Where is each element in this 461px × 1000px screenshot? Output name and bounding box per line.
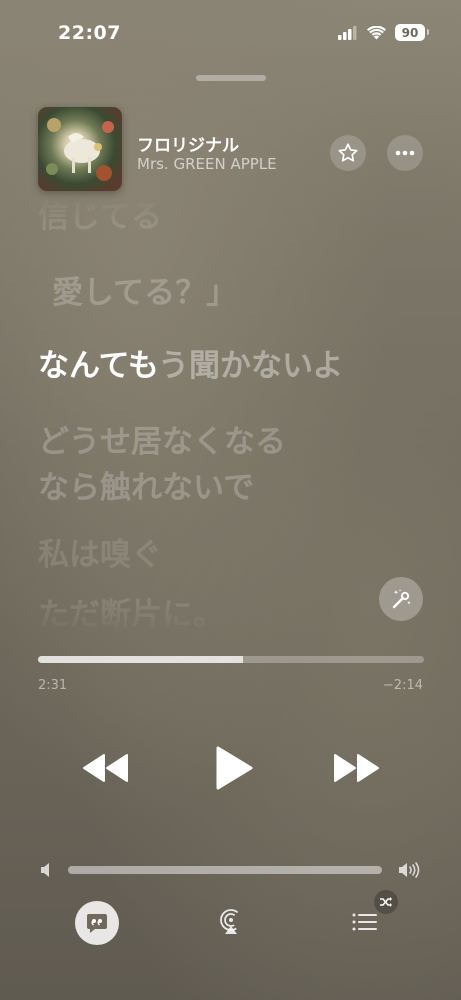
sheet-grabber[interactable] — [196, 75, 266, 81]
artwork-image — [46, 118, 114, 181]
lyric-line[interactable]: どうせ居なくなる — [38, 419, 286, 465]
track-title[interactable]: フロリジナル — [137, 131, 239, 156]
lyric-line[interactable]: なら触れないで — [38, 465, 254, 511]
play-icon — [216, 746, 253, 790]
airplay-icon — [220, 909, 242, 934]
play-button[interactable] — [214, 745, 254, 791]
shuffle-badge[interactable] — [374, 890, 398, 914]
lyric-line[interactable]: 信じてる — [38, 194, 162, 240]
signal-icon — [338, 25, 357, 40]
fast-forward-icon — [334, 754, 379, 782]
lyric-line[interactable]: 私は嗅ぐ — [38, 532, 162, 578]
lyric-unsung-part: う聞かないよ — [157, 348, 344, 384]
airplay-button[interactable] — [217, 908, 245, 940]
lyric-sung-part: なんても — [38, 348, 158, 384]
volume-slider[interactable] — [68, 866, 382, 874]
shuffle-icon — [380, 897, 392, 907]
album-artwork[interactable] — [38, 107, 122, 191]
more-button[interactable] — [387, 135, 423, 171]
volume-fill — [68, 866, 382, 874]
lyric-line[interactable]: 愛してる？」 — [52, 270, 237, 316]
queue-button[interactable] — [352, 912, 378, 936]
rewind-button[interactable] — [82, 752, 130, 784]
status-time: 22:07 — [58, 22, 121, 44]
progress-fill — [38, 656, 243, 663]
quote-bubble-icon — [87, 914, 107, 933]
lyrics-toggle-button[interactable] — [75, 901, 119, 945]
lyric-line-current[interactable]: なんてもう聞かないよ — [38, 343, 343, 389]
star-icon — [338, 143, 358, 162]
more-icon — [395, 150, 415, 156]
wifi-icon — [367, 25, 386, 39]
battery-icon: 90 — [395, 24, 429, 41]
battery-level: 90 — [401, 25, 419, 40]
lyric-line[interactable]: ただ断片に。 — [38, 592, 224, 638]
progress-slider[interactable] — [38, 656, 424, 663]
fast-forward-button[interactable] — [332, 752, 380, 784]
favorite-button[interactable] — [330, 135, 366, 171]
volume-high-icon — [398, 861, 422, 883]
elapsed-time: 2:31 — [38, 678, 68, 693]
sing-mic-button[interactable] — [379, 577, 423, 621]
track-artist[interactable]: Mrs. GREEN APPLE — [137, 155, 277, 173]
remaining-time: −2:14 — [382, 678, 423, 693]
volume-low-icon — [40, 862, 52, 882]
rewind-icon — [83, 754, 128, 782]
status-icons: 90 — [338, 24, 429, 41]
magic-mic-icon — [392, 589, 411, 609]
list-icon — [352, 913, 377, 931]
